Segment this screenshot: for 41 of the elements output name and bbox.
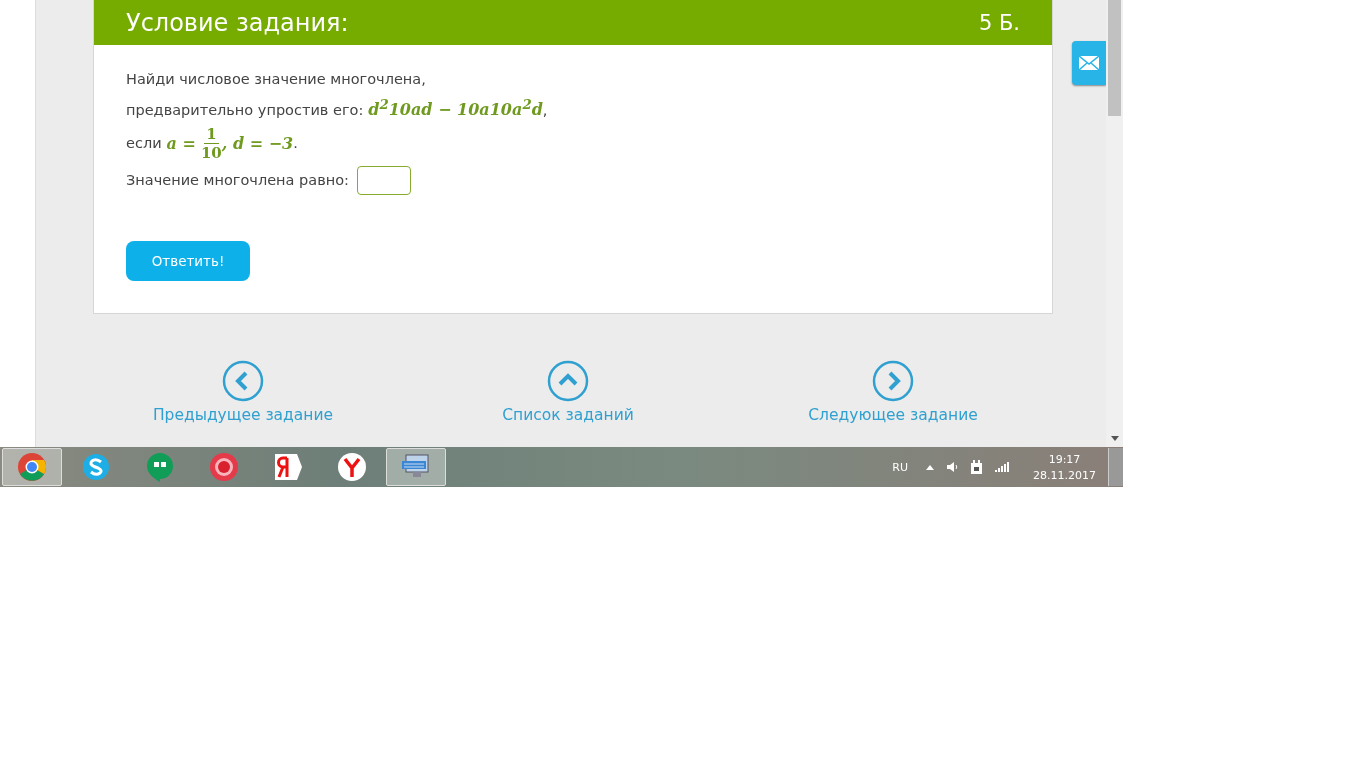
record-icon (209, 452, 239, 482)
nav-link[interactable]: Предыдущее задание (152, 406, 334, 425)
task-title: Условие задания: (126, 9, 349, 37)
mail-button[interactable] (1072, 41, 1106, 85)
down-arrow-icon[interactable] (1111, 436, 1119, 441)
y-circle-icon (337, 452, 367, 482)
up-arrow-icon[interactable] (926, 464, 934, 470)
show-desktop-button[interactable] (1108, 448, 1123, 486)
answer-label: Значение многочлена равно: (126, 171, 349, 191)
envelope-icon (1079, 56, 1099, 70)
chrome-icon (17, 452, 47, 482)
taskbar-button[interactable] (2, 448, 62, 486)
nav-link[interactable]: Список заданий (502, 406, 634, 425)
statement-text: если (126, 134, 162, 154)
skype-icon (81, 452, 111, 482)
nav-link[interactable]: Следующее задание (808, 406, 978, 425)
math-expression: d$^{2}$10ad − 10a10a$^{2}$d (368, 95, 543, 122)
submit-button[interactable]: Ответить! (126, 241, 250, 282)
left-chevron-icon[interactable] (222, 360, 264, 403)
scrollbar[interactable] (1106, 0, 1123, 447)
clock-date[interactable]: 28.11.2017 (1033, 468, 1096, 482)
task-points: 5 Б. (978, 11, 1020, 35)
statement-text: Найди числовое значение многочлена, (126, 70, 426, 89)
taskbar-button[interactable] (386, 448, 446, 486)
math-expression: , d = −3 (221, 133, 294, 154)
language-indicator[interactable]: RU (892, 460, 908, 474)
answer-field[interactable] (356, 166, 411, 196)
statement-text: предварительно упростив его: (126, 101, 364, 121)
punctuation: , (542, 101, 548, 121)
speech-bubble-icon (145, 451, 175, 483)
clock-time[interactable]: 19:17 (1048, 452, 1081, 466)
power-plug-icon[interactable] (970, 459, 983, 475)
math-expression: a = (166, 133, 196, 156)
up-chevron-icon[interactable] (547, 360, 589, 403)
right-chevron-icon[interactable] (872, 360, 914, 403)
speaker-icon[interactable] (946, 461, 958, 473)
punctuation: . (293, 134, 298, 154)
scroll-thumb[interactable] (1108, 0, 1121, 116)
fraction: 1 10 (200, 125, 222, 163)
signal-bars-icon[interactable] (995, 462, 1009, 472)
letter-tile-icon (273, 452, 303, 482)
